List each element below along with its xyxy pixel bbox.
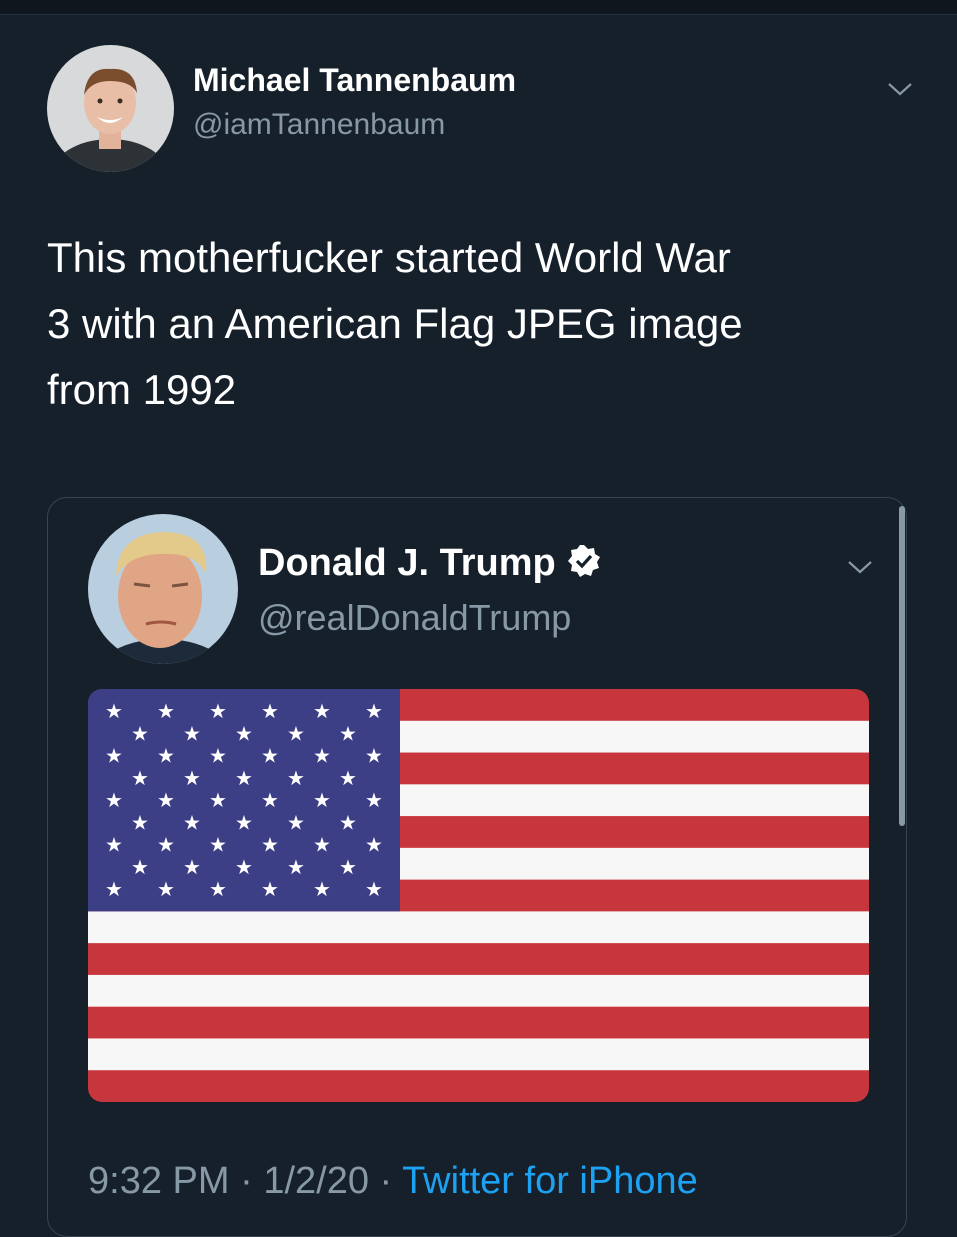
flag-star: ★ xyxy=(183,855,201,879)
quoted-author-avatar[interactable] xyxy=(88,514,238,664)
flag-star: ★ xyxy=(261,699,279,723)
flag-star: ★ xyxy=(183,766,201,790)
flag-star: ★ xyxy=(313,877,331,901)
flag-star: ★ xyxy=(261,744,279,768)
tweet-time[interactable]: 9:32 PM xyxy=(88,1160,230,1202)
flag-star: ★ xyxy=(235,722,253,746)
flag-star: ★ xyxy=(287,722,305,746)
flag-star: ★ xyxy=(131,855,149,879)
flag-star: ★ xyxy=(209,699,227,723)
flag-star: ★ xyxy=(105,788,123,812)
flag-star: ★ xyxy=(183,810,201,834)
quoted-author-handle[interactable]: @realDonaldTrump xyxy=(258,597,571,639)
flag-star: ★ xyxy=(105,877,123,901)
flag-star: ★ xyxy=(287,855,305,879)
quoted-author-name[interactable]: Donald J. Trump xyxy=(258,542,556,584)
flag-stripe xyxy=(88,1006,869,1039)
flag-star: ★ xyxy=(339,766,357,790)
timestamp-row: 9:32 PM · 1/2/20 · Twitter for iPhone xyxy=(88,1160,698,1203)
author-handle[interactable]: @iamTannenbaum xyxy=(193,108,445,142)
chevron-down-icon[interactable] xyxy=(846,557,874,577)
flag-star: ★ xyxy=(287,810,305,834)
flag-stripe xyxy=(88,974,869,1008)
flag-star: ★ xyxy=(157,788,175,812)
scrollbar[interactable] xyxy=(899,506,905,826)
flag-star: ★ xyxy=(261,833,279,857)
flag-star: ★ xyxy=(157,833,175,857)
tweet-date[interactable]: 1/2/20 xyxy=(263,1160,369,1202)
flag-star: ★ xyxy=(157,744,175,768)
flag-star: ★ xyxy=(209,788,227,812)
flag-star: ★ xyxy=(313,744,331,768)
flag-star: ★ xyxy=(105,699,123,723)
flag-star: ★ xyxy=(365,699,383,723)
client-link[interactable]: Twitter for iPhone xyxy=(402,1160,698,1202)
flag-star: ★ xyxy=(287,766,305,790)
tweet-text: This motherfucker started World War 3 wi… xyxy=(47,234,743,413)
flag-stripe xyxy=(88,911,869,944)
flag-star: ★ xyxy=(339,810,357,834)
flag-star: ★ xyxy=(313,699,331,723)
flag-star: ★ xyxy=(183,722,201,746)
author-avatar[interactable] xyxy=(47,45,174,172)
separator: · xyxy=(368,1160,403,1202)
flag-star: ★ xyxy=(209,744,227,768)
flag-star: ★ xyxy=(339,855,357,879)
flag-star: ★ xyxy=(339,722,357,746)
flag-star: ★ xyxy=(105,833,123,857)
flag-star: ★ xyxy=(157,699,175,723)
flag-star: ★ xyxy=(131,810,149,834)
flag-star: ★ xyxy=(365,788,383,812)
flag-stripe xyxy=(88,1038,869,1071)
flag-star: ★ xyxy=(131,722,149,746)
flag-star: ★ xyxy=(261,877,279,901)
top-divider xyxy=(0,0,957,15)
flag-star: ★ xyxy=(365,833,383,857)
quoted-author-name-row[interactable]: Donald J. Trump xyxy=(258,542,602,585)
flag-star: ★ xyxy=(235,766,253,790)
flag-star: ★ xyxy=(209,877,227,901)
flag-star: ★ xyxy=(235,855,253,879)
flag-star: ★ xyxy=(131,766,149,790)
flag-star: ★ xyxy=(209,833,227,857)
verified-badge-icon xyxy=(566,543,602,579)
separator: · xyxy=(229,1160,264,1202)
flag-star: ★ xyxy=(105,744,123,768)
american-flag-image[interactable]: ★ ★ ★ ★ ★ ★ ★ ★ ★ ★ ★ ★ ★ ★ ★ ★ ★ ★ ★ ★ ★ ★ ★ ★ ★ ★ ★ ★ ★ ★ ★ ★ ★ ★ ★ ★ ★ ★ ★ ★… xyxy=(88,689,869,1102)
flag-star: ★ xyxy=(235,810,253,834)
author-name[interactable]: Michael Tannenbaum xyxy=(193,62,516,99)
flag-star: ★ xyxy=(313,833,331,857)
flag-star: ★ xyxy=(365,744,383,768)
chevron-down-icon[interactable] xyxy=(886,79,914,99)
flag-star: ★ xyxy=(365,877,383,901)
flag-star: ★ xyxy=(157,877,175,901)
flag-stripe xyxy=(88,943,869,976)
flag-star: ★ xyxy=(261,788,279,812)
flag-star: ★ xyxy=(313,788,331,812)
flag-stripe xyxy=(88,1070,869,1102)
